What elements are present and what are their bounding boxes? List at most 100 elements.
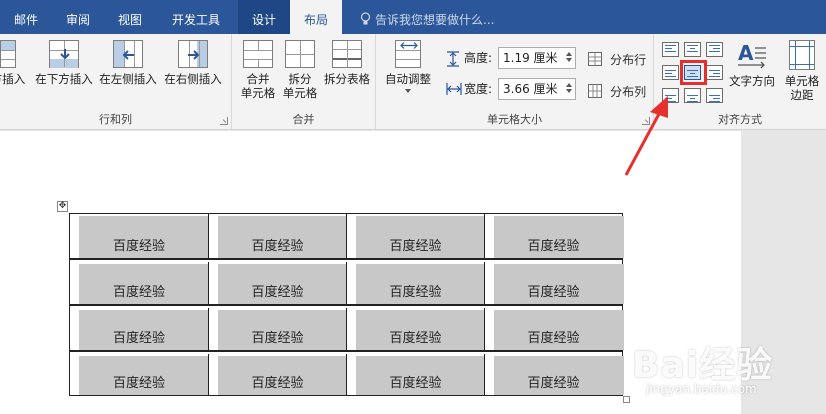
- group-merge: 合并 单元格 拆分 单元格 拆分表格 合并: [232, 34, 376, 130]
- cell-margins-icon: [789, 40, 815, 70]
- lightbulb-icon: [360, 12, 371, 25]
- align-bottom-right-button[interactable]: [706, 88, 723, 103]
- align-bottom-left-button[interactable]: [662, 88, 679, 103]
- text-direction-label: 文字方向: [729, 74, 775, 88]
- width-label: 宽度:: [464, 82, 493, 96]
- group-label-merge: 合并: [292, 113, 315, 126]
- width-spinner[interactable]: 3.66 厘米: [498, 78, 576, 100]
- table-move-handle[interactable]: ✥: [57, 201, 68, 212]
- table-row: 百度经验 百度经验 百度经验 百度经验: [70, 354, 624, 395]
- table-row: 百度经验 百度经验 百度经验 百度经验: [70, 308, 624, 350]
- autofit-icon: [395, 40, 421, 68]
- column-width-icon: [446, 83, 462, 95]
- group-label-alignment: 对齐方式: [718, 113, 762, 126]
- cell-text: 百度经验: [112, 285, 165, 300]
- cell-text: 百度经验: [251, 285, 304, 300]
- height-spin-arrows[interactable]: [565, 50, 573, 66]
- cell-text: 百度经验: [389, 376, 442, 391]
- insert-below-icon: [49, 40, 79, 68]
- ribbon-tab-bar: 邮件 审阅 视图 开发工具 设计 布局 告诉我您想要做什么...: [0, 0, 826, 34]
- cell-text: 百度经验: [112, 239, 165, 254]
- table-cell[interactable]: 百度经验: [485, 308, 624, 350]
- insert-left-label: 在左侧插入: [99, 72, 157, 86]
- table-cell[interactable]: 百度经验: [347, 214, 485, 258]
- insert-right-label: 在右侧插入: [164, 72, 222, 86]
- row-height-icon: [447, 51, 459, 67]
- align-top-center-button[interactable]: [684, 42, 701, 57]
- cell-size-dialog-launcher[interactable]: [642, 117, 650, 125]
- table-row: 百度经验 百度经验 百度经验 百度经验: [70, 214, 624, 258]
- tab-table-layout[interactable]: 布局: [290, 0, 342, 34]
- table-cell[interactable]: 百度经验: [209, 262, 347, 304]
- cell-margins-label-1: 单元格: [784, 74, 820, 88]
- cell-text: 百度经验: [389, 331, 442, 346]
- cell-text: 百度经验: [112, 331, 165, 346]
- tab-developer[interactable]: 开发工具: [156, 0, 236, 34]
- cell-text: 百度经验: [112, 376, 165, 391]
- distribute-rows-button[interactable]: 分布行: [588, 49, 646, 69]
- width-value: 3.66 厘米: [503, 82, 558, 96]
- cell-text: 百度经验: [251, 331, 304, 346]
- cell-text: 百度经验: [527, 331, 580, 346]
- row-divider: [70, 304, 622, 306]
- cell-text: 百度经验: [389, 239, 442, 254]
- split-cells-label-1: 拆分: [288, 72, 312, 86]
- tab-mailings[interactable]: 邮件: [0, 0, 52, 34]
- cell-margins-button[interactable]: 单元格 边距: [778, 40, 826, 102]
- distribute-columns-icon: [588, 84, 602, 98]
- merge-cells-label-2: 单元格: [240, 86, 276, 100]
- svg-text:A: A: [738, 41, 754, 65]
- cell-text: 百度经验: [251, 239, 304, 254]
- insert-above-button[interactable]: 方插入: [0, 40, 30, 86]
- table[interactable]: 百度经验 百度经验 百度经验 百度经验 百度经验 百度经验 百度经验 百度经验 …: [69, 213, 624, 396]
- autofit-button[interactable]: 自动调整: [380, 40, 436, 93]
- cell-text: 百度经验: [527, 239, 580, 254]
- table-cell[interactable]: 百度经验: [347, 262, 485, 304]
- tell-me-search[interactable]: 告诉我您想要做什么...: [360, 0, 494, 34]
- table-cell[interactable]: 百度经验: [209, 214, 347, 258]
- text-direction-button[interactable]: A 文字方向: [726, 40, 778, 88]
- table-cell[interactable]: 百度经验: [485, 214, 624, 258]
- insert-above-label: 方插入: [0, 72, 26, 86]
- tab-table-design[interactable]: 设计: [238, 0, 290, 34]
- table-cell[interactable]: 百度经验: [70, 354, 209, 395]
- distribute-rows-icon: [588, 52, 602, 66]
- table-cell[interactable]: 百度经验: [485, 262, 624, 304]
- align-middle-right-button[interactable]: [706, 65, 723, 80]
- tell-me-text: 告诉我您想要做什么...: [375, 13, 495, 27]
- height-spinner[interactable]: 1.19 厘米: [498, 47, 576, 69]
- insert-above-icon: [0, 40, 16, 68]
- insert-below-button[interactable]: 在下方插入: [33, 40, 95, 86]
- cell-margins-label-2: 边距: [790, 88, 814, 102]
- split-cells-button[interactable]: 拆分 单元格: [278, 40, 322, 100]
- table-cell[interactable]: 百度经验: [70, 308, 209, 350]
- tab-view[interactable]: 视图: [104, 0, 156, 34]
- table-cell[interactable]: 百度经验: [70, 214, 209, 258]
- align-top-right-button[interactable]: [706, 42, 723, 57]
- table-cell[interactable]: 百度经验: [209, 354, 347, 395]
- table-cell[interactable]: 百度经验: [347, 308, 485, 350]
- table-cell[interactable]: 百度经验: [485, 354, 624, 395]
- align-top-left-button[interactable]: [662, 42, 679, 57]
- align-bottom-center-button[interactable]: [684, 88, 701, 103]
- distribute-rows-label: 分布行: [610, 53, 647, 67]
- split-table-button[interactable]: 拆分表格: [320, 40, 374, 86]
- table-cell[interactable]: 百度经验: [209, 308, 347, 350]
- table-cell[interactable]: 百度经验: [347, 354, 485, 395]
- insert-right-icon: [178, 40, 208, 68]
- insert-right-button[interactable]: 在右侧插入: [162, 40, 224, 86]
- cell-text: 百度经验: [527, 285, 580, 300]
- row-divider: [70, 350, 622, 352]
- width-spin-arrows[interactable]: [565, 81, 573, 97]
- merge-cells-icon: [243, 40, 273, 68]
- autofit-label: 自动调整: [385, 72, 431, 86]
- cell-text: 百度经验: [389, 285, 442, 300]
- insert-left-button[interactable]: 在左侧插入: [97, 40, 159, 86]
- distribute-columns-button[interactable]: 分布列: [588, 81, 646, 101]
- tab-review[interactable]: 审阅: [52, 0, 104, 34]
- rows-columns-dialog-launcher[interactable]: [220, 117, 228, 125]
- table-resize-handle[interactable]: [623, 396, 630, 403]
- table-cell[interactable]: 百度经验: [70, 262, 209, 304]
- merge-cells-button[interactable]: 合并 单元格: [236, 40, 280, 100]
- align-middle-left-button[interactable]: [662, 65, 679, 80]
